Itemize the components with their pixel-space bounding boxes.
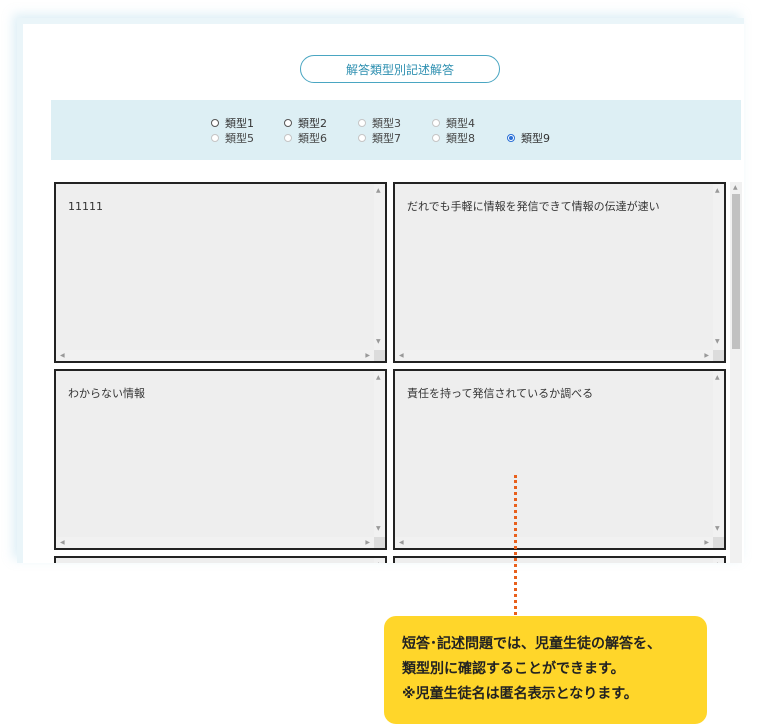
callout-line: ※児童生徒名は匿名表示となります。 bbox=[402, 686, 638, 702]
horizontal-scrollbar[interactable]: ◀ ▶ bbox=[395, 537, 713, 548]
answer-text: 11111 bbox=[68, 200, 103, 213]
radio-circle-icon bbox=[284, 134, 292, 142]
answer-box[interactable]: わからない情報 ▲ ▼ ◀ ▶ bbox=[54, 369, 387, 550]
radio-label: 類型3 bbox=[372, 117, 401, 130]
radio-label: 類型2 bbox=[298, 117, 327, 130]
radio-type-5[interactable]: 類型5 bbox=[211, 131, 254, 145]
resize-corner bbox=[374, 537, 385, 548]
resize-corner bbox=[374, 350, 385, 361]
arrow-right-icon: ▶ bbox=[704, 539, 709, 546]
answer-box[interactable]: だれでも手軽に情報を発信できて情報の伝達が速い ▲ ▼ ◀ ▶ bbox=[393, 182, 726, 363]
arrow-left-icon: ◀ bbox=[399, 539, 404, 546]
callout-line: 短答･記述問題では、児童生徒の解答を、 bbox=[402, 636, 661, 652]
radio-label: 類型8 bbox=[446, 132, 475, 145]
radio-label: 類型4 bbox=[446, 117, 475, 130]
radio-type-7[interactable]: 類型7 bbox=[358, 131, 401, 145]
scrollbar-thumb[interactable] bbox=[732, 194, 740, 349]
radio-label: 類型9 bbox=[521, 132, 550, 145]
page-scrollbar[interactable]: ▲ bbox=[730, 182, 742, 563]
answer-box[interactable]: 11111 ▲ ▼ ◀ ▶ bbox=[54, 182, 387, 363]
radio-type-9[interactable]: 類型9 bbox=[507, 131, 550, 145]
answer-window: 解答類型別記述解答 類型1 類型2 類型3 類型4 類型5 類型6 類型7 類型… bbox=[17, 18, 744, 563]
radio-circle-icon bbox=[358, 119, 366, 127]
arrow-left-icon: ◀ bbox=[399, 352, 404, 359]
radio-circle-icon bbox=[507, 134, 515, 142]
arrow-down-icon: ▼ bbox=[376, 525, 381, 532]
arrow-left-icon: ◀ bbox=[60, 352, 65, 359]
answer-grid: 11111 ▲ ▼ ◀ ▶ だれでも手軽に情報を発信できて情報の伝達が速い ▲ ▼ ◀… bbox=[51, 182, 742, 563]
arrow-left-icon: ◀ bbox=[60, 539, 65, 546]
resize-corner bbox=[713, 350, 724, 361]
radio-type-8[interactable]: 類型8 bbox=[432, 131, 475, 145]
radio-circle-icon bbox=[211, 119, 219, 127]
vertical-scrollbar[interactable]: ▲ ▼ bbox=[713, 371, 724, 548]
vertical-scrollbar[interactable]: ▲ bbox=[374, 558, 385, 563]
horizontal-scrollbar[interactable]: ◀ ▶ bbox=[56, 537, 374, 548]
answer-text: 責任を持って発信されているか調べる bbox=[407, 387, 594, 400]
radio-circle-icon bbox=[432, 134, 440, 142]
resize-corner bbox=[713, 537, 724, 548]
arrow-down-icon: ▼ bbox=[715, 525, 720, 532]
callout-line: 類型別に確認することができます。 bbox=[402, 661, 625, 677]
radio-label: 類型7 bbox=[372, 132, 401, 145]
radio-circle-icon bbox=[358, 134, 366, 142]
radio-label: 類型1 bbox=[225, 117, 254, 130]
callout-pointer-line bbox=[514, 475, 517, 620]
arrow-right-icon: ▶ bbox=[704, 352, 709, 359]
radio-label: 類型6 bbox=[298, 132, 327, 145]
vertical-scrollbar[interactable]: ▲ ▼ bbox=[713, 184, 724, 361]
radio-type-2[interactable]: 類型2 bbox=[284, 116, 327, 130]
arrow-up-icon: ▲ bbox=[715, 562, 720, 564]
arrow-up-icon: ▲ bbox=[376, 562, 381, 564]
radio-type-4[interactable]: 類型4 bbox=[432, 116, 475, 130]
horizontal-scrollbar[interactable]: ◀ ▶ bbox=[395, 350, 713, 361]
arrow-down-icon: ▼ bbox=[715, 338, 720, 345]
arrow-up-icon: ▲ bbox=[715, 187, 720, 194]
page-title: 解答類型別記述解答 bbox=[300, 55, 500, 83]
radio-type-3[interactable]: 類型3 bbox=[358, 116, 401, 130]
radio-circle-icon bbox=[211, 134, 219, 142]
vertical-scrollbar[interactable]: ▲ ▼ bbox=[374, 184, 385, 361]
arrow-up-icon: ▲ bbox=[376, 187, 381, 194]
vertical-scrollbar[interactable]: ▲ ▼ bbox=[374, 371, 385, 548]
radio-label: 類型5 bbox=[225, 132, 254, 145]
arrow-up-icon: ▲ bbox=[376, 374, 381, 381]
answer-box[interactable]: 責任を持って発信されているか調べる ▲ ▼ ◀ ▶ bbox=[393, 369, 726, 550]
radio-type-1[interactable]: 類型1 bbox=[211, 116, 254, 130]
answer-box[interactable]: ▲ bbox=[54, 556, 387, 563]
radio-circle-icon bbox=[284, 119, 292, 127]
arrow-down-icon: ▼ bbox=[376, 338, 381, 345]
type-filter-bar: 類型1 類型2 類型3 類型4 類型5 類型6 類型7 類型8 類型9 bbox=[51, 100, 741, 160]
arrow-up-icon: ▲ bbox=[733, 184, 738, 191]
explanation-callout: 短答･記述問題では、児童生徒の解答を、 類型別に確認することができます。 ※児童… bbox=[384, 616, 707, 724]
arrow-up-icon: ▲ bbox=[715, 374, 720, 381]
radio-type-6[interactable]: 類型6 bbox=[284, 131, 327, 145]
radio-circle-icon bbox=[432, 119, 440, 127]
vertical-scrollbar[interactable]: ▲ bbox=[713, 558, 724, 563]
arrow-right-icon: ▶ bbox=[365, 539, 370, 546]
answer-box[interactable]: ▲ bbox=[393, 556, 726, 563]
horizontal-scrollbar[interactable]: ◀ ▶ bbox=[56, 350, 374, 361]
answer-text: わからない情報 bbox=[68, 387, 145, 400]
answer-text: だれでも手軽に情報を発信できて情報の伝達が速い bbox=[407, 200, 660, 213]
arrow-right-icon: ▶ bbox=[365, 352, 370, 359]
